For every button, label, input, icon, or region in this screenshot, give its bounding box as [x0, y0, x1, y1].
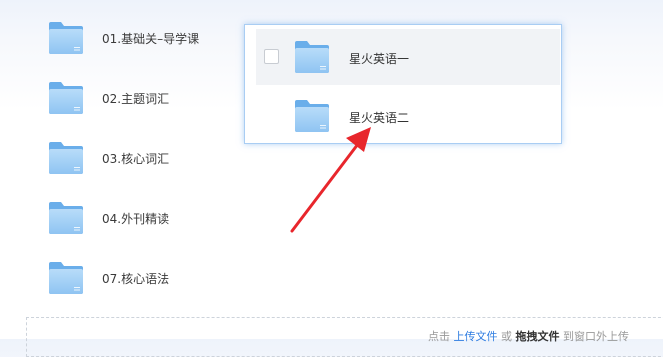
folder-icon [48, 141, 84, 175]
folder-icon [48, 201, 84, 235]
select-checkbox[interactable] [264, 49, 279, 64]
folder-row[interactable]: 07.核心语法 [48, 258, 238, 298]
popup-item-label: 星火英语一 [349, 52, 410, 66]
upload-file-link[interactable]: 上传文件 [454, 330, 498, 343]
folder-icon [294, 40, 330, 74]
popup-item[interactable]: 星火英语二 [256, 88, 560, 144]
upload-hint: 点击 上传文件 或 拖拽文件 到窗口外上传 [428, 328, 629, 344]
folder-label: 07.核心语法 [102, 271, 170, 286]
folder-icon [48, 261, 84, 295]
folder-row[interactable]: 03.核心词汇 [48, 138, 238, 178]
folder-label: 02.主题词汇 [102, 91, 170, 106]
folder-row[interactable]: 04.外刊精读 [48, 198, 238, 238]
folder-icon [48, 81, 84, 115]
folder-row[interactable]: 01.基础关–导学课 [48, 18, 238, 58]
folder-row[interactable]: 02.主题词汇 [48, 78, 238, 118]
folder-icon [294, 99, 330, 133]
upload-hint-middle: 或 [501, 330, 512, 343]
popup-item-label: 星火英语二 [349, 111, 410, 125]
folder-label: 01.基础关–导学课 [102, 31, 200, 46]
folder-icon [48, 21, 84, 55]
folder-label: 04.外刊精读 [102, 211, 170, 226]
folder-popup: 星火英语一 星火英语二 [244, 24, 562, 144]
folder-label: 03.核心词汇 [102, 151, 170, 166]
popup-item[interactable]: 星火英语一 [256, 29, 560, 85]
drag-files-text: 拖拽文件 [515, 330, 560, 343]
upload-hint-prefix: 点击 [428, 330, 450, 343]
upload-hint-suffix: 到窗口外上传 [563, 330, 629, 343]
